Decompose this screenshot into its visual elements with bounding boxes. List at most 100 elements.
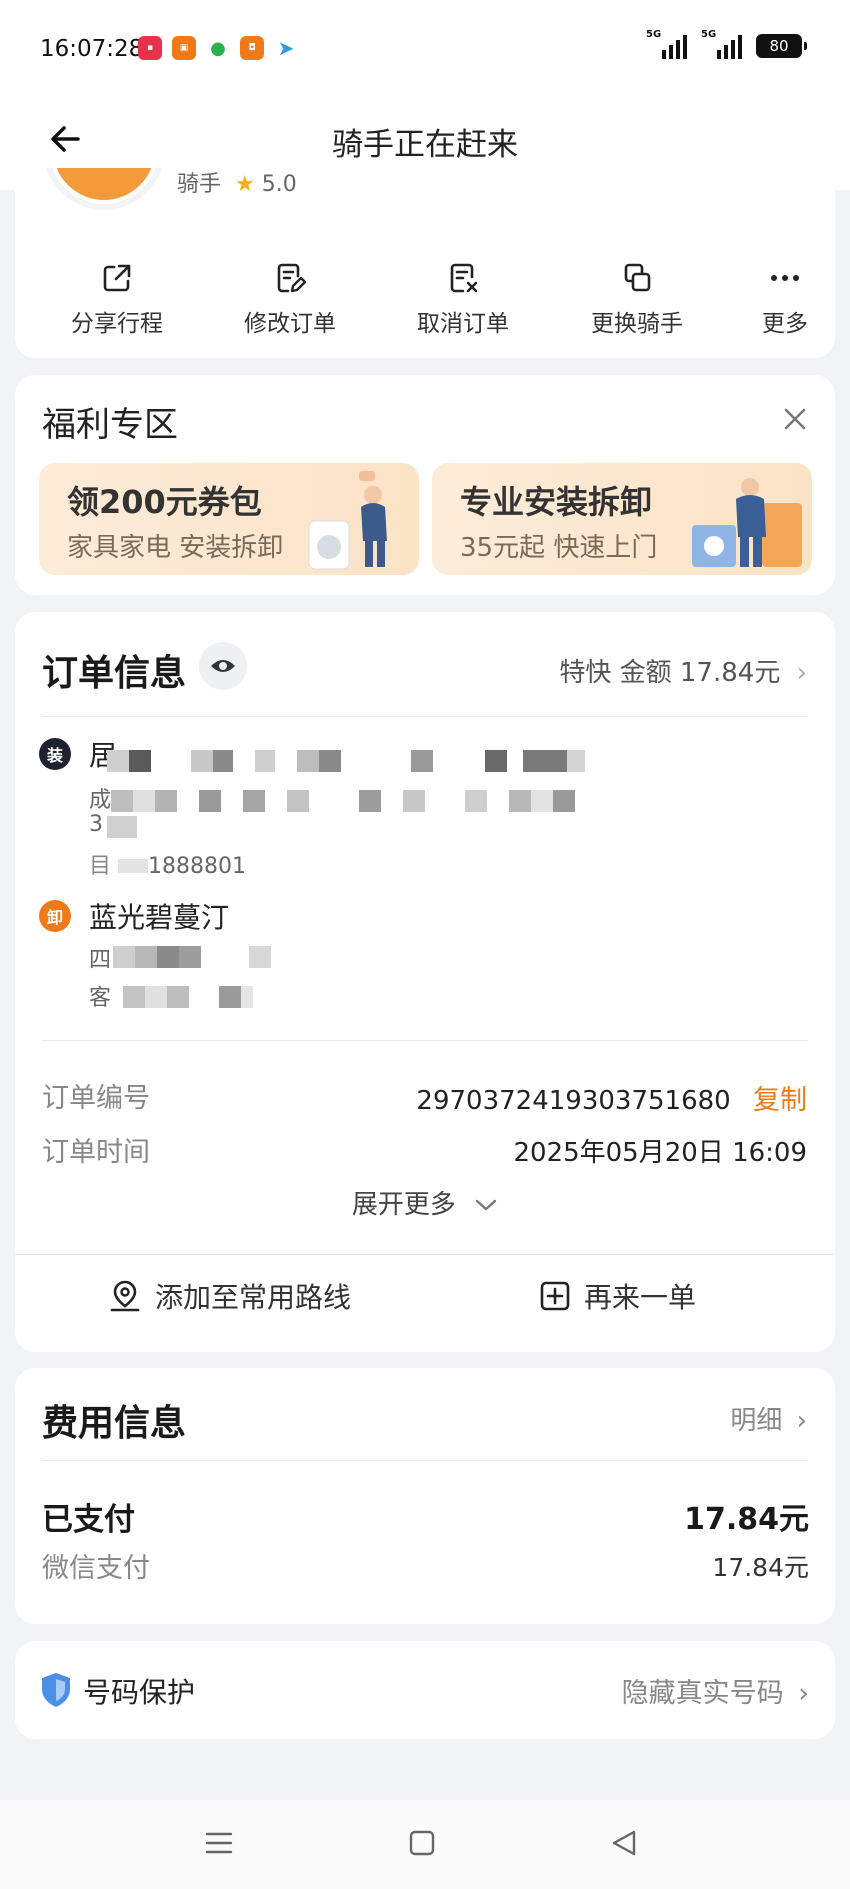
share-icon <box>103 264 131 292</box>
edit-order-button[interactable]: 修改订单 <box>220 260 360 338</box>
app-icon-orange-2: ◘ <box>240 36 264 60</box>
payment-method-label: 微信支付 <box>42 1553 150 1584</box>
status-bar: 16:07:28 ▪ ▣ ● ◘ ➤ 5G 5G 80 <box>0 0 850 95</box>
status-time: 16:07:28 <box>40 36 144 62</box>
order-summary-link[interactable]: 特快 金额 17.84元 › <box>559 652 807 689</box>
hide-number-label: 隐藏真实号码 <box>621 1678 784 1709</box>
switch-rider-icon <box>624 263 651 292</box>
dropoff-tag: 卸 <box>39 900 71 932</box>
pickup-address-line-2: 3 <box>89 812 103 837</box>
more-button[interactable]: 更多 <box>715 260 835 338</box>
share-trip-button[interactable]: 分享行程 <box>47 260 187 338</box>
chevron-right-icon: › <box>796 1406 807 1436</box>
rider-avatar[interactable] <box>43 168 165 210</box>
rider-meta: 骑手 ★ 5.0 <box>177 168 297 198</box>
banner-subtitle: 家具家电 安装拆卸 <box>67 533 284 563</box>
add-route-label: 添加至常用路线 <box>155 1281 352 1314</box>
action-label: 更换骑手 <box>591 311 683 337</box>
pickup-tag: 装 <box>39 738 71 770</box>
change-rider-button[interactable]: 更换骑手 <box>567 260 707 338</box>
order-no-row: 2970372419303751680 复制 <box>416 1078 807 1117</box>
fee-card: 费用信息 明细 › 已支付 17.84元 微信支付 17.84元 <box>15 1368 835 1624</box>
divider <box>42 1040 808 1041</box>
banner-subtitle: 35元起 快速上门 <box>460 533 658 563</box>
installer-illustration <box>308 471 387 570</box>
dropoff-contact: 客 <box>89 986 112 1011</box>
chevron-down-icon <box>475 1199 497 1211</box>
notification-icons: ▪ ▣ ● ◘ ➤ <box>138 36 298 60</box>
rider-card: 骑手 ★ 5.0 分享行程 修改订单 取消订单 更换骑手 更多 <box>15 168 835 358</box>
action-label: 修改订单 <box>244 311 336 337</box>
plus-box-icon <box>540 1281 570 1311</box>
more-icon <box>771 275 799 281</box>
rider-role: 骑手 <box>177 172 222 197</box>
cancel-order-icon <box>450 263 478 293</box>
system-nav-bar <box>0 1800 850 1889</box>
order-no-label: 订单编号 <box>42 1083 150 1114</box>
page-title: 骑手正在赶来 <box>332 127 518 163</box>
banner-title: 领200元券包 <box>67 483 262 521</box>
eye-icon <box>211 660 235 672</box>
redacted-text <box>123 986 253 1008</box>
action-label: 更多 <box>762 311 808 337</box>
home-icon[interactable] <box>408 1829 436 1857</box>
redacted-text <box>111 790 575 812</box>
signal-label-2: 5G <box>701 29 717 40</box>
number-protection-card[interactable]: 号码保护 隐藏真实号码 › <box>15 1641 835 1739</box>
promo-banner-coupon[interactable]: 领200元券包 家具家电 安装拆卸 <box>39 463 419 575</box>
pickup-address-line: 成 <box>89 788 112 813</box>
fee-detail-link[interactable]: 明细 › <box>730 1400 807 1437</box>
promo-banner-install[interactable]: 专业安装拆卸 35元起 快速上门 <box>432 463 812 575</box>
reorder-label: 再来一单 <box>584 1281 697 1314</box>
order-summary: 特快 金额 17.84元 <box>559 658 781 688</box>
promo-card: 福利专区 领200元券包 家具家电 安装拆卸 专业安装拆卸 35元起 快速上门 <box>15 375 835 595</box>
shield-icon <box>42 1673 70 1707</box>
expand-more-button[interactable]: 展开更多 <box>15 1184 835 1221</box>
promo-title: 福利专区 <box>42 405 178 445</box>
star-icon: ★ <box>235 172 255 197</box>
payment-method-amount: 17.84元 <box>712 1553 809 1582</box>
wechat-icon: ● <box>206 36 230 60</box>
redacted-text <box>107 816 137 838</box>
edit-order-icon <box>277 263 307 293</box>
installer-illustration <box>692 478 802 567</box>
protection-label: 号码保护 <box>83 1676 196 1709</box>
action-label: 取消订单 <box>417 311 509 337</box>
status-right: 5G 5G 80 <box>646 29 807 59</box>
pickup-phone: 目 1888801 <box>89 854 246 879</box>
hide-number-link[interactable]: 隐藏真实号码 › <box>622 1671 809 1710</box>
rider-rating: 5.0 <box>261 172 297 197</box>
order-info-card: 订单信息 特快 金额 17.84元 › 装 居 成 3 目 1888801 卸 <box>15 612 835 1352</box>
action-label: 分享行程 <box>71 311 163 337</box>
telegram-icon: ➤ <box>274 36 298 60</box>
reorder-button[interactable]: 再来一单 <box>538 1276 696 1316</box>
close-icon[interactable] <box>781 405 809 433</box>
order-info-title: 订单信息 <box>42 653 187 694</box>
dropoff-address-line: 四 <box>89 948 112 973</box>
back-nav-icon[interactable] <box>610 1829 638 1857</box>
toggle-visibility-button[interactable] <box>199 642 247 690</box>
menu-icon[interactable] <box>205 1830 233 1856</box>
expand-label: 展开更多 <box>351 1190 456 1220</box>
battery-icon: 80 <box>756 34 807 58</box>
chevron-right-icon: › <box>798 1678 809 1709</box>
order-no: 2970372419303751680 <box>416 1086 731 1116</box>
paid-label: 已支付 <box>42 1502 135 1538</box>
redacted-text <box>107 750 585 772</box>
action-bar: 分享行程 修改订单 取消订单 更换骑手 更多 <box>15 260 835 340</box>
fee-detail-label: 明细 <box>730 1406 783 1436</box>
xiaohongshu-icon: ▪ <box>138 36 162 60</box>
redacted-text <box>113 946 271 968</box>
add-route-button[interactable]: 添加至常用路线 <box>107 1276 351 1316</box>
fee-title: 费用信息 <box>42 1403 187 1444</box>
pickup-phone-visible: 1888801 <box>148 854 246 879</box>
paid-amount: 17.84元 <box>684 1502 809 1537</box>
copy-button[interactable]: 复制 <box>753 1085 807 1116</box>
order-time-label: 订单时间 <box>42 1137 150 1168</box>
divider <box>15 1254 835 1255</box>
order-time: 2025年05月20日 16:09 <box>513 1138 807 1168</box>
divider <box>42 716 808 717</box>
cancel-order-button[interactable]: 取消订单 <box>393 260 533 338</box>
banner-title: 专业安装拆卸 <box>460 483 653 521</box>
chevron-right-icon: › <box>796 658 807 688</box>
